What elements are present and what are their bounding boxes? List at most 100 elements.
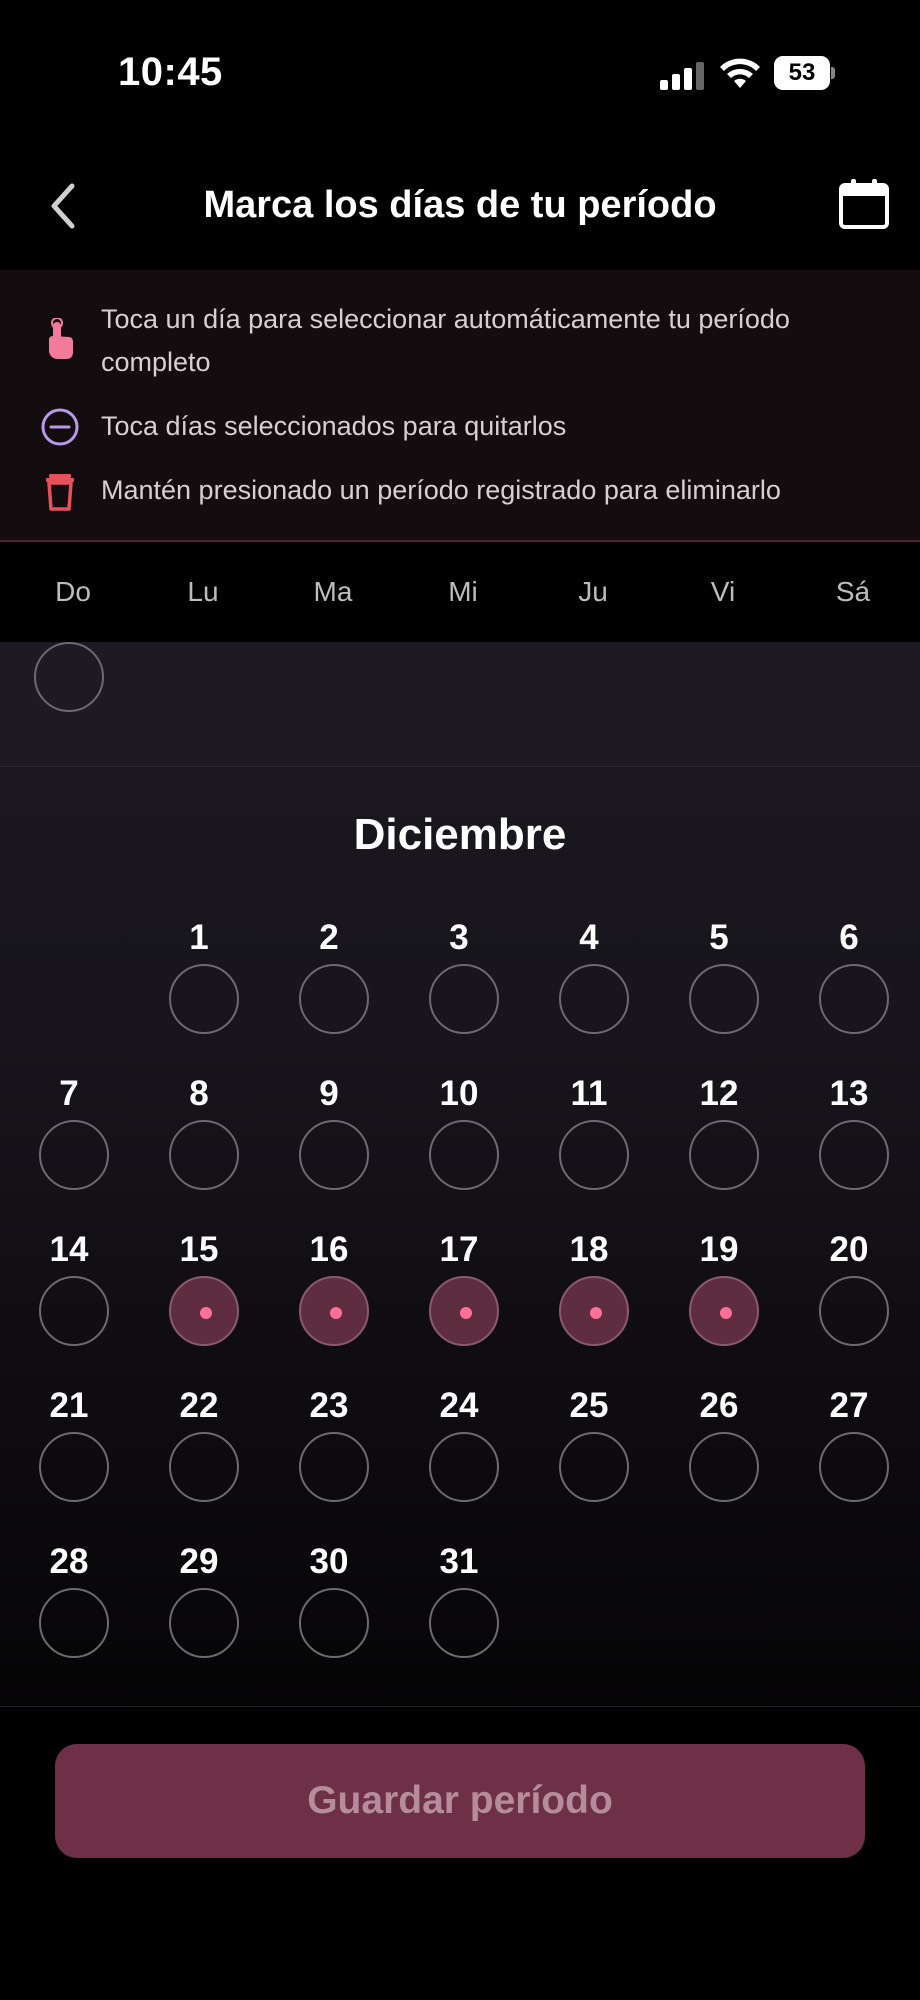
day-number: 30: [309, 1542, 349, 1581]
day-number: 19: [699, 1230, 739, 1269]
day-circle-selected[interactable]: [559, 1276, 629, 1346]
day-circle[interactable]: [429, 964, 499, 1034]
weekday-label: Sá: [835, 576, 871, 607]
day-circle[interactable]: [34, 642, 104, 712]
battery-icon: 53: [774, 56, 836, 90]
calendar-day[interactable]: 30: [264, 1542, 394, 1692]
day-number: 8: [189, 1074, 209, 1113]
day-circle[interactable]: [819, 964, 889, 1034]
day-circle[interactable]: [169, 1120, 239, 1190]
calendar-day[interactable]: 16: [264, 1230, 394, 1380]
calendar-day[interactable]: 17: [394, 1230, 524, 1380]
day-circle[interactable]: [39, 1120, 109, 1190]
day-circle-selected[interactable]: [299, 1276, 369, 1346]
instruction-text: Toca días seleccionados para quitarlos: [101, 411, 567, 441]
day-number: 5: [709, 918, 729, 957]
calendar-day[interactable]: 3: [394, 918, 524, 1068]
day-circle[interactable]: [429, 1120, 499, 1190]
day-number: 2: [319, 918, 339, 957]
period-dot: [720, 1307, 732, 1319]
calendar-day[interactable]: 25: [524, 1386, 654, 1536]
day-circle[interactable]: [39, 1276, 109, 1346]
day-circle-selected[interactable]: [689, 1276, 759, 1346]
calendar-day[interactable]: 22: [134, 1386, 264, 1536]
calendar-day[interactable]: 28: [4, 1542, 134, 1692]
day-number: 24: [439, 1386, 479, 1425]
calendar-day[interactable]: 8: [134, 1074, 264, 1224]
day-circle[interactable]: [169, 1432, 239, 1502]
wifi-icon: [720, 58, 760, 88]
day-number: 13: [829, 1074, 869, 1113]
calendar-day[interactable]: 1: [134, 918, 264, 1068]
calendar-day[interactable]: 24: [394, 1386, 524, 1536]
cellular-signal-icon: [660, 62, 704, 90]
day-circle[interactable]: [169, 1588, 239, 1658]
calendar-day[interactable]: 29: [134, 1542, 264, 1692]
weekday-label: Do: [55, 576, 91, 607]
day-circle[interactable]: [299, 1120, 369, 1190]
calendar-day[interactable]: 11: [524, 1074, 654, 1224]
calendar-day[interactable]: 20: [784, 1230, 914, 1380]
day-circle[interactable]: [689, 1432, 759, 1502]
day-number: 25: [569, 1386, 609, 1425]
day-circle[interactable]: [819, 1276, 889, 1346]
day-circle[interactable]: [429, 1588, 499, 1658]
day-circle[interactable]: [689, 964, 759, 1034]
day-circle[interactable]: [559, 1432, 629, 1502]
calendar-day[interactable]: 4: [524, 918, 654, 1068]
weekday-label: Ma: [313, 576, 353, 607]
day-number: 18: [569, 1230, 609, 1269]
calendar-icon[interactable]: [836, 176, 892, 232]
day-circle[interactable]: [39, 1432, 109, 1502]
calendar-day[interactable]: 13: [784, 1074, 914, 1224]
day-circle-selected[interactable]: [169, 1276, 239, 1346]
weekday-label: Ju: [578, 576, 608, 607]
day-circle[interactable]: [819, 1432, 889, 1502]
calendar-day[interactable]: 7: [4, 1074, 134, 1224]
day-number: 21: [49, 1386, 89, 1425]
month-title: Diciembre: [353, 810, 567, 859]
day-circle[interactable]: [299, 964, 369, 1034]
period-dot: [460, 1307, 472, 1319]
weekday-label: Mi: [448, 576, 478, 607]
day-circle[interactable]: [429, 1432, 499, 1502]
divider: [0, 1706, 920, 1707]
calendar-day[interactable]: 6: [784, 918, 914, 1068]
day-circle[interactable]: [689, 1120, 759, 1190]
day-circle-selected[interactable]: [429, 1276, 499, 1346]
day-number: 29: [179, 1542, 219, 1581]
day-circle[interactable]: [819, 1120, 889, 1190]
day-number: 27: [829, 1386, 869, 1425]
save-period-button[interactable]: Guardar período: [55, 1744, 865, 1858]
calendar-day[interactable]: 26: [654, 1386, 784, 1536]
calendar-day[interactable]: 2: [264, 918, 394, 1068]
calendar-scroll-area[interactable]: Diciembre 1 2 3 4 5 6 7 8 9 10 11 12 13 14 15 16 17 18 19 2…: [0, 642, 920, 1708]
day-circle[interactable]: [299, 1588, 369, 1658]
weekday-header: Do Lu Ma Mi Ju Vi Sá: [0, 542, 920, 642]
day-number: 9: [319, 1074, 339, 1113]
period-dot: [590, 1307, 602, 1319]
day-number: 10: [439, 1074, 479, 1113]
calendar-day[interactable]: 5: [654, 918, 784, 1068]
day-number: 28: [49, 1542, 89, 1581]
day-circle[interactable]: [169, 964, 239, 1034]
calendar-day[interactable]: 15: [134, 1230, 264, 1380]
calendar-day[interactable]: 12: [654, 1074, 784, 1224]
period-dot: [200, 1307, 212, 1319]
calendar-day[interactable]: 31: [394, 1542, 524, 1692]
calendar-day[interactable]: 9: [264, 1074, 394, 1224]
day-circle[interactable]: [299, 1432, 369, 1502]
calendar-day[interactable]: 19: [654, 1230, 784, 1380]
day-number: 17: [439, 1230, 479, 1269]
day-circle[interactable]: [559, 1120, 629, 1190]
calendar-day[interactable]: 18: [524, 1230, 654, 1380]
calendar-day[interactable]: 21: [4, 1386, 134, 1536]
day-circle[interactable]: [559, 964, 629, 1034]
calendar-day[interactable]: 23: [264, 1386, 394, 1536]
day-circle[interactable]: [39, 1588, 109, 1658]
footer: Guardar período: [0, 1708, 920, 2000]
calendar-day[interactable]: 27: [784, 1386, 914, 1536]
calendar-day[interactable]: 14: [4, 1230, 134, 1380]
calendar-day[interactable]: 10: [394, 1074, 524, 1224]
tap-hand-icon: [49, 318, 73, 359]
